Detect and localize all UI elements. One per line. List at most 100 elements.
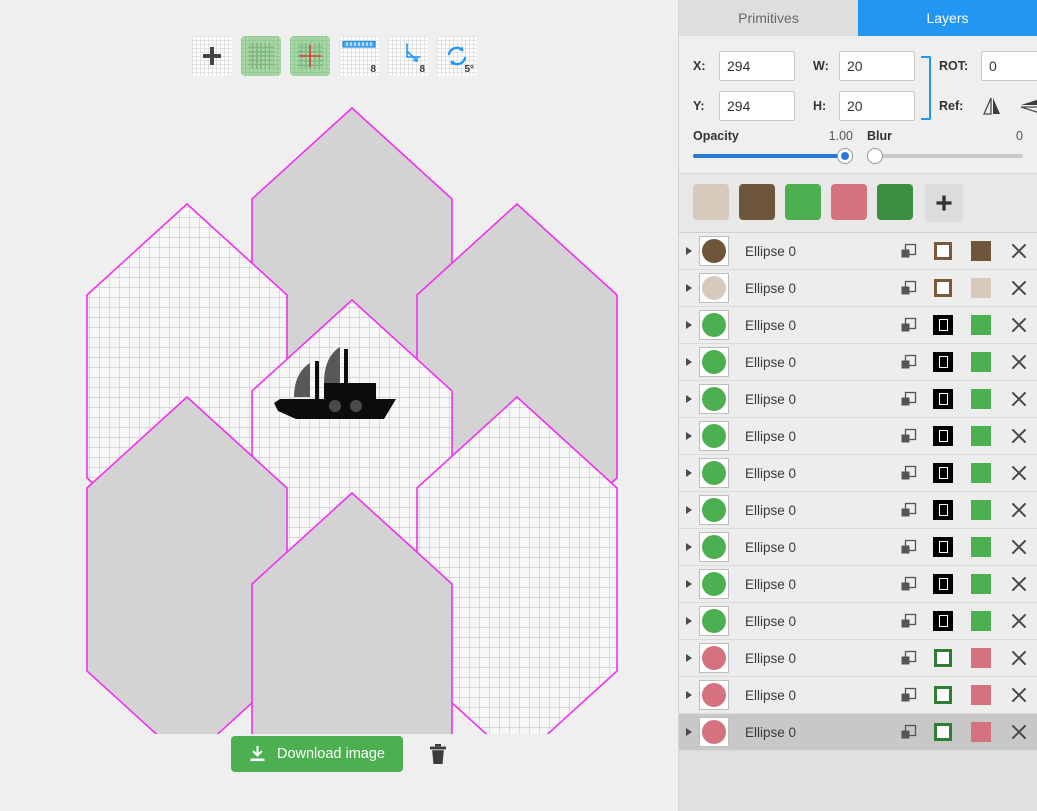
flip-vertical-icon[interactable] <box>1019 95 1037 117</box>
layer-row[interactable]: Ellipse 0 <box>679 492 1037 529</box>
layer-expand-caret[interactable] <box>679 579 699 589</box>
toggle-crosshair-button[interactable] <box>290 36 330 76</box>
palette-swatch-3[interactable] <box>831 184 867 220</box>
layer-stroke-button[interactable] <box>925 242 961 260</box>
flip-horizontal-icon[interactable] <box>981 95 1003 117</box>
layer-expand-caret[interactable] <box>679 357 699 367</box>
layer-fill-button[interactable] <box>961 241 1001 261</box>
layer-fill-button[interactable] <box>961 648 1001 668</box>
layer-row[interactable]: Ellipse 0 <box>679 418 1037 455</box>
layer-stroke-button[interactable] <box>925 315 961 335</box>
layer-fill-button[interactable] <box>961 426 1001 446</box>
delete-layer-button[interactable] <box>1001 243 1037 259</box>
layer-expand-caret[interactable] <box>679 431 699 441</box>
layer-expand-caret[interactable] <box>679 616 699 626</box>
layer-expand-caret[interactable] <box>679 394 699 404</box>
layer-expand-caret[interactable] <box>679 283 699 293</box>
palette-swatch-0[interactable] <box>693 184 729 220</box>
layer-stroke-button[interactable] <box>925 426 961 446</box>
palette-swatch-2[interactable] <box>785 184 821 220</box>
layer-fill-button[interactable] <box>961 463 1001 483</box>
layer-stroke-button[interactable] <box>925 463 961 483</box>
duplicate-layer-button[interactable] <box>891 354 925 371</box>
add-color-button[interactable] <box>925 184 963 222</box>
delete-layer-button[interactable] <box>1001 502 1037 518</box>
layer-row[interactable]: Ellipse 0 <box>679 455 1037 492</box>
layer-stroke-button[interactable] <box>925 723 961 741</box>
delete-layer-button[interactable] <box>1001 539 1037 555</box>
layer-row[interactable]: Ellipse 0 <box>679 307 1037 344</box>
duplicate-layer-button[interactable] <box>891 391 925 408</box>
layer-stroke-button[interactable] <box>925 649 961 667</box>
palette-swatch-4[interactable] <box>877 184 913 220</box>
layer-fill-button[interactable] <box>961 722 1001 742</box>
artwork-canvas[interactable] <box>0 88 678 734</box>
layer-fill-button[interactable] <box>961 537 1001 557</box>
layer-row[interactable]: Ellipse 0 <box>679 640 1037 677</box>
delete-layer-button[interactable] <box>1001 576 1037 592</box>
rot-input[interactable] <box>981 51 1037 81</box>
layer-row[interactable]: Ellipse 0 <box>679 603 1037 640</box>
download-image-button[interactable]: Download image <box>230 736 403 772</box>
layer-expand-caret[interactable] <box>679 246 699 256</box>
layer-row[interactable]: Ellipse 0 <box>679 566 1037 603</box>
duplicate-layer-button[interactable] <box>891 428 925 445</box>
delete-layer-button[interactable] <box>1001 650 1037 666</box>
layer-expand-caret[interactable] <box>679 542 699 552</box>
blur-slider[interactable] <box>867 147 1023 165</box>
layer-fill-button[interactable] <box>961 611 1001 631</box>
duplicate-layer-button[interactable] <box>891 687 925 704</box>
layer-fill-button[interactable] <box>961 278 1001 298</box>
layer-stroke-button[interactable] <box>925 611 961 631</box>
w-input[interactable] <box>839 51 915 81</box>
grid-columns-button[interactable]: 8 <box>339 36 379 76</box>
layer-fill-button[interactable] <box>961 685 1001 705</box>
duplicate-layer-button[interactable] <box>891 317 925 334</box>
delete-layer-button[interactable] <box>1001 428 1037 444</box>
layer-row[interactable]: Ellipse 0 <box>679 381 1037 418</box>
blur-knob[interactable] <box>867 148 883 164</box>
layer-row[interactable]: Ellipse 0 <box>679 677 1037 714</box>
layer-expand-caret[interactable] <box>679 690 699 700</box>
duplicate-layer-button[interactable] <box>891 576 925 593</box>
layer-fill-button[interactable] <box>961 500 1001 520</box>
delete-layer-button[interactable] <box>1001 613 1037 629</box>
delete-layer-button[interactable] <box>1001 280 1037 296</box>
layer-stroke-button[interactable] <box>925 279 961 297</box>
palette-swatch-1[interactable] <box>739 184 775 220</box>
h-input[interactable] <box>839 91 915 121</box>
layer-expand-caret[interactable] <box>679 505 699 515</box>
snap-angle-button[interactable]: 8 <box>388 36 428 76</box>
tab-primitives[interactable]: Primitives <box>679 0 858 36</box>
duplicate-layer-button[interactable] <box>891 724 925 741</box>
delete-layer-button[interactable] <box>1001 465 1037 481</box>
delete-all-button[interactable] <box>429 743 447 765</box>
delete-layer-button[interactable] <box>1001 724 1037 740</box>
duplicate-layer-button[interactable] <box>891 465 925 482</box>
layer-expand-caret[interactable] <box>679 320 699 330</box>
layer-fill-button[interactable] <box>961 389 1001 409</box>
opacity-knob[interactable] <box>837 148 853 164</box>
duplicate-layer-button[interactable] <box>891 650 925 667</box>
delete-layer-button[interactable] <box>1001 354 1037 370</box>
layer-expand-caret[interactable] <box>679 653 699 663</box>
layer-fill-button[interactable] <box>961 352 1001 372</box>
duplicate-layer-button[interactable] <box>891 502 925 519</box>
add-shape-button[interactable] <box>192 36 232 76</box>
layer-row[interactable]: Ellipse 0 <box>679 233 1037 270</box>
layer-fill-button[interactable] <box>961 574 1001 594</box>
layer-row[interactable]: Ellipse 0 <box>679 714 1037 751</box>
toggle-grid-button[interactable] <box>241 36 281 76</box>
layer-stroke-button[interactable] <box>925 537 961 557</box>
delete-layer-button[interactable] <box>1001 317 1037 333</box>
layer-fill-button[interactable] <box>961 315 1001 335</box>
rotate-step-button[interactable]: 5° <box>437 36 477 76</box>
layer-stroke-button[interactable] <box>925 389 961 409</box>
x-input[interactable] <box>719 51 795 81</box>
layer-stroke-button[interactable] <box>925 352 961 372</box>
duplicate-layer-button[interactable] <box>891 280 925 297</box>
layer-stroke-button[interactable] <box>925 500 961 520</box>
delete-layer-button[interactable] <box>1001 391 1037 407</box>
layer-stroke-button[interactable] <box>925 686 961 704</box>
delete-layer-button[interactable] <box>1001 687 1037 703</box>
